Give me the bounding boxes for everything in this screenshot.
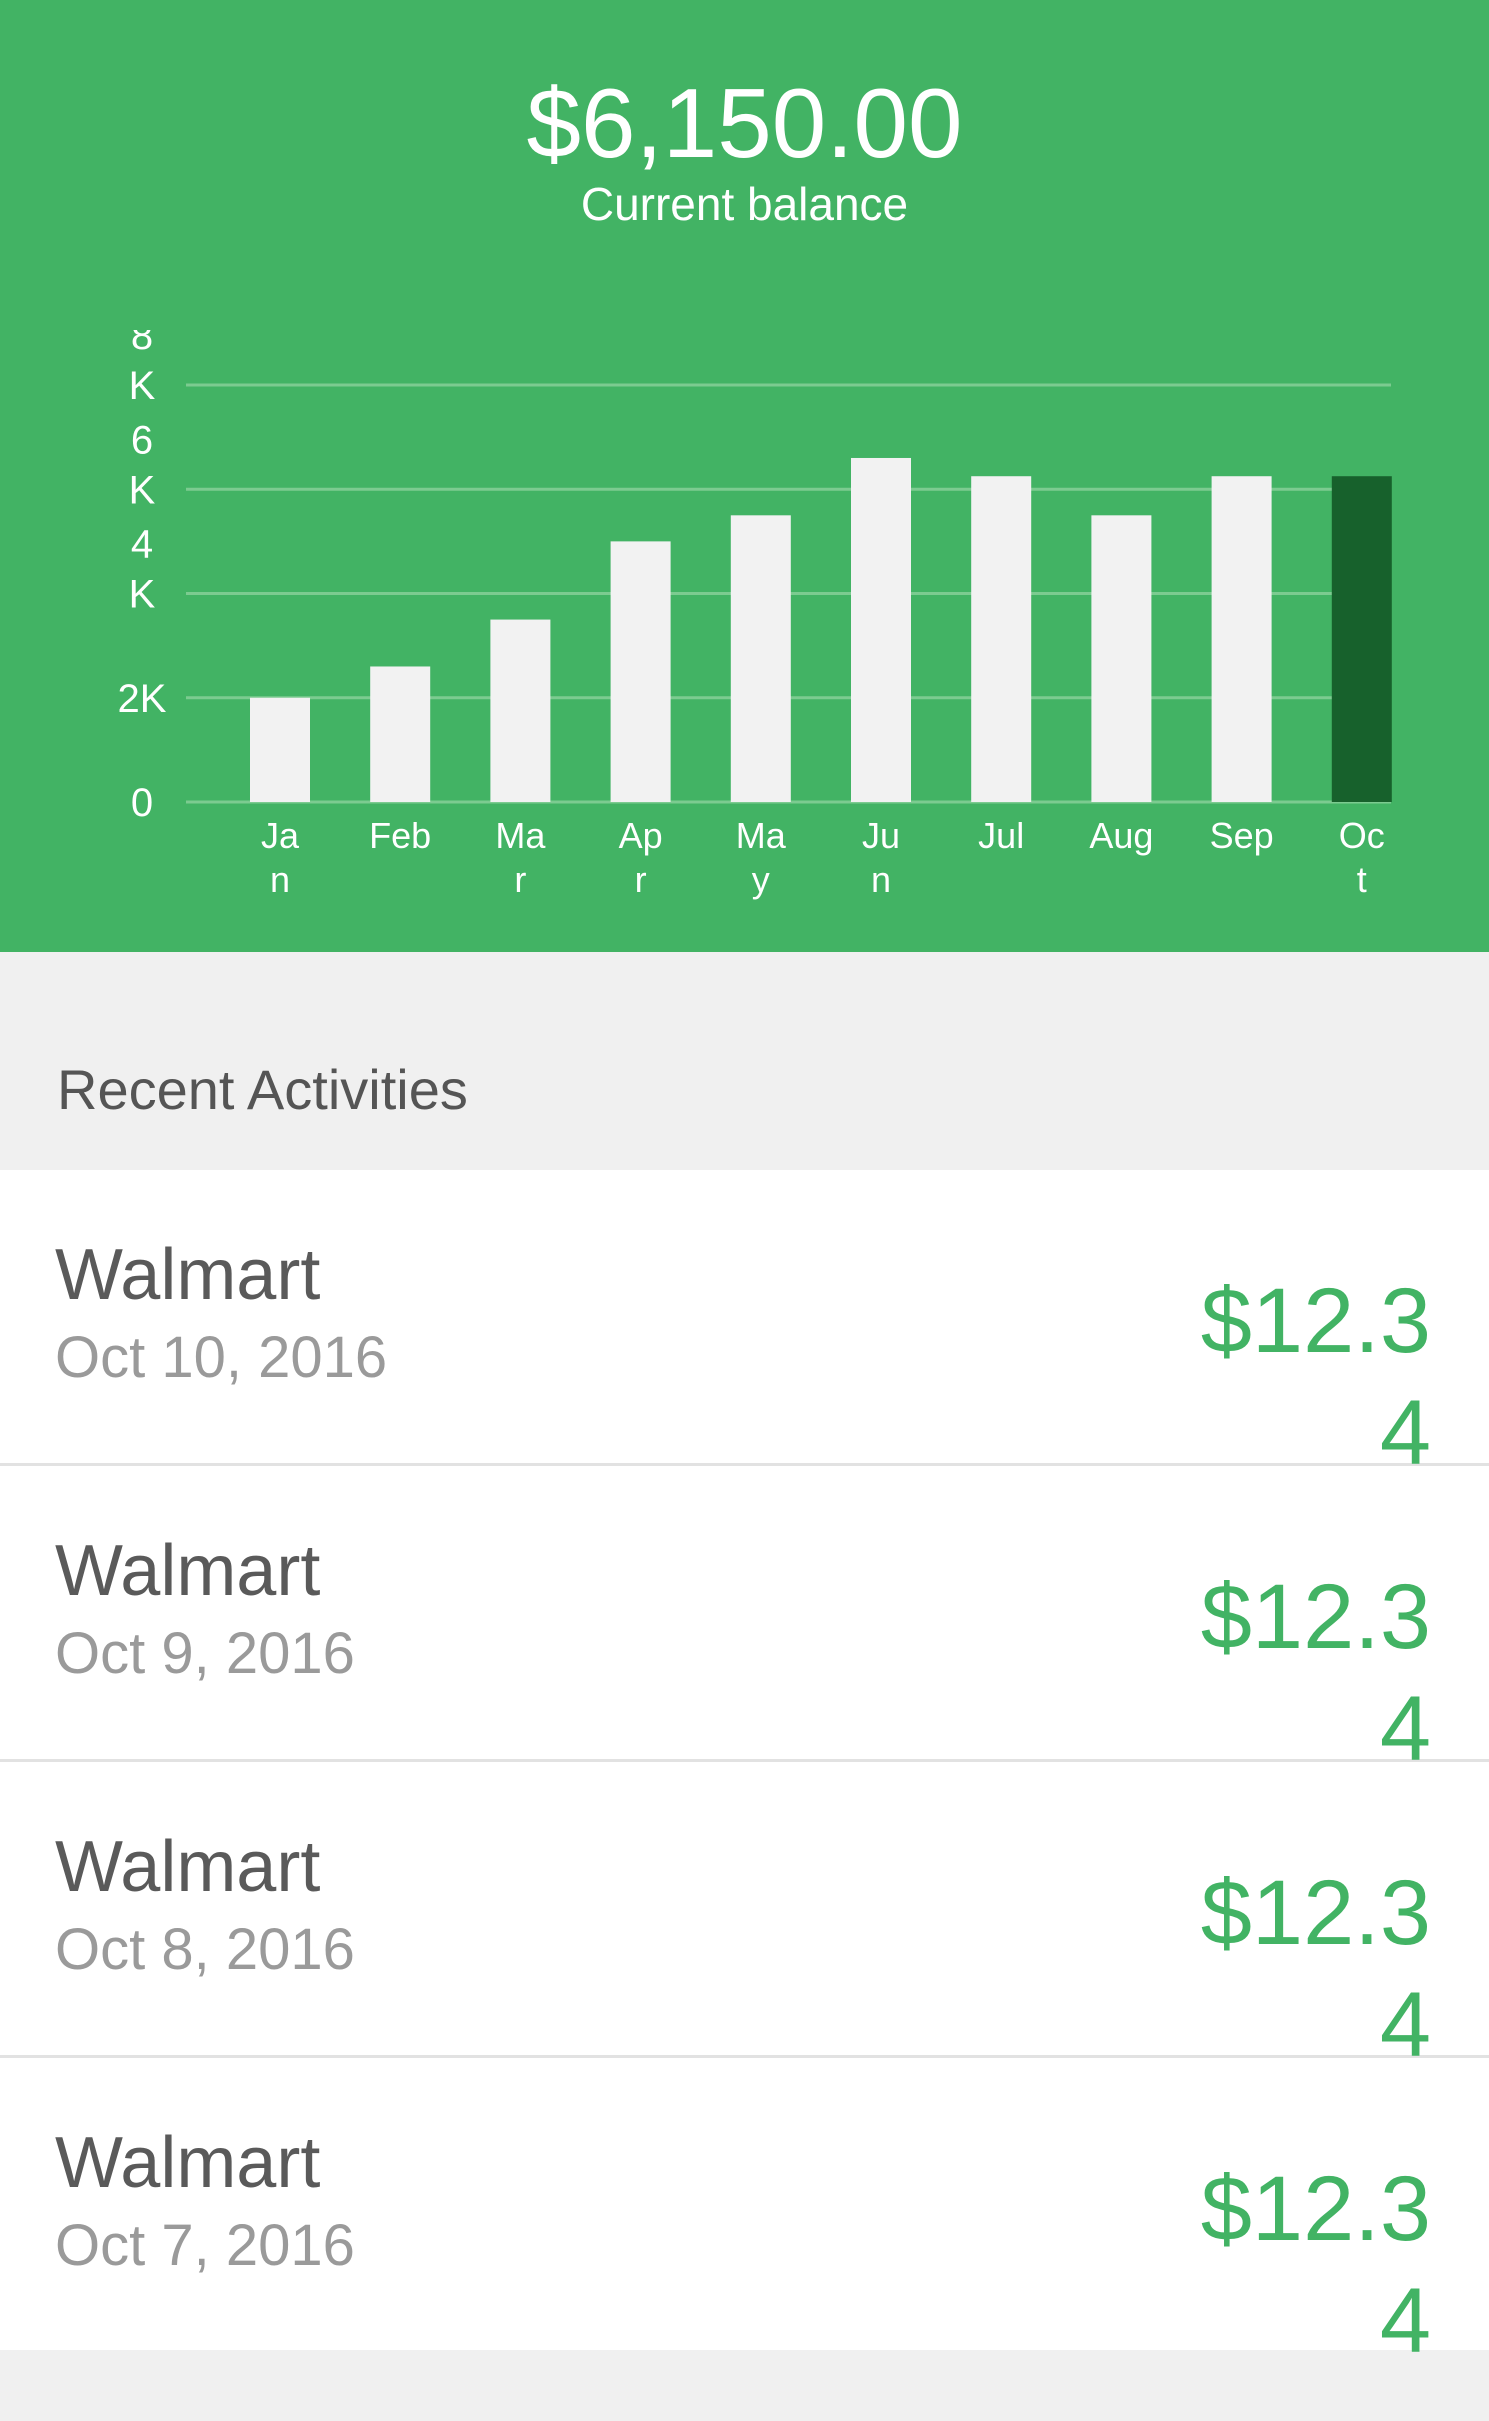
x-tick-label: Jul	[978, 815, 1024, 856]
x-tick-label: Ju n	[862, 815, 900, 900]
activity-list: Walmart Oct 10, 2016 $12.34 Walmart Oct …	[0, 1170, 1489, 2372]
activity-row[interactable]: Walmart Oct 8, 2016 $12.34	[0, 1762, 1489, 2076]
activity-merchant: Walmart	[55, 1531, 321, 1611]
bar-jul	[971, 476, 1032, 802]
activity-row[interactable]: Walmart Oct 10, 2016 $12.34	[0, 1170, 1489, 1484]
x-tick-label: Ma y	[736, 815, 787, 900]
activity-date: Oct 7, 2016	[55, 2213, 355, 2278]
x-tick-label: Aug	[1089, 815, 1153, 856]
balance-amount: $6,150.00	[526, 68, 963, 178]
bar-jan	[250, 697, 310, 802]
x-tick-label: Ma r	[495, 815, 546, 900]
y-tick-label: 8K	[129, 330, 156, 408]
bar-may	[730, 515, 791, 802]
balance-header: $6,150.00 Current balance 0 2K 4 K 6 K 8 K Ja n Fe…	[0, 0, 1489, 952]
y-tick-label: 0	[131, 781, 153, 825]
activity-row[interactable]: Walmart Oct 7, 2016 $12.34	[0, 2058, 1489, 2372]
bar-oct	[1331, 476, 1392, 802]
activity-merchant: Walmart	[55, 2123, 321, 2203]
x-tick-label: Sep	[1210, 815, 1274, 856]
x-tick-label: Ja n	[261, 815, 300, 900]
y-tick-label: 6K	[129, 418, 156, 512]
activity-date: Oct 9, 2016	[55, 1621, 355, 1686]
y-tick-label: 2K	[118, 677, 167, 721]
bar-mar	[490, 619, 551, 802]
activity-amount: $12.34	[1200, 1270, 1431, 1484]
recent-activities-title: Recent Activities	[57, 1058, 468, 1121]
bar-jun	[851, 457, 911, 802]
bar-feb	[370, 666, 431, 802]
activity-amount: $12.34	[1200, 1862, 1431, 2076]
bar-aug	[1091, 515, 1152, 802]
x-tick-label: Oc t	[1339, 815, 1385, 900]
activity-date: Oct 10, 2016	[55, 1325, 388, 1390]
activity-date: Oct 8, 2016	[55, 1917, 355, 1982]
activity-merchant: Walmart	[55, 1235, 321, 1315]
activity-amount: $12.34	[1200, 2158, 1431, 2372]
bar-sep	[1211, 476, 1272, 802]
activity-amount: $12.34	[1200, 1566, 1431, 1780]
balance-bar-chart: 0 2K 4 K 6 K 8 K Ja n Feb Ma r Ap r Ma y Ju n Jul Aug Sep Oc t	[118, 330, 1392, 900]
balance-label: Current balance	[580, 178, 909, 230]
x-tick-label: Feb	[369, 815, 431, 856]
y-tick-label: 4K	[129, 523, 156, 617]
x-tick-label: Ap r	[619, 815, 663, 900]
activity-merchant: Walmart	[55, 1827, 321, 1907]
activity-row[interactable]: Walmart Oct 9, 2016 $12.34	[0, 1466, 1489, 1780]
bar-apr	[610, 541, 671, 802]
